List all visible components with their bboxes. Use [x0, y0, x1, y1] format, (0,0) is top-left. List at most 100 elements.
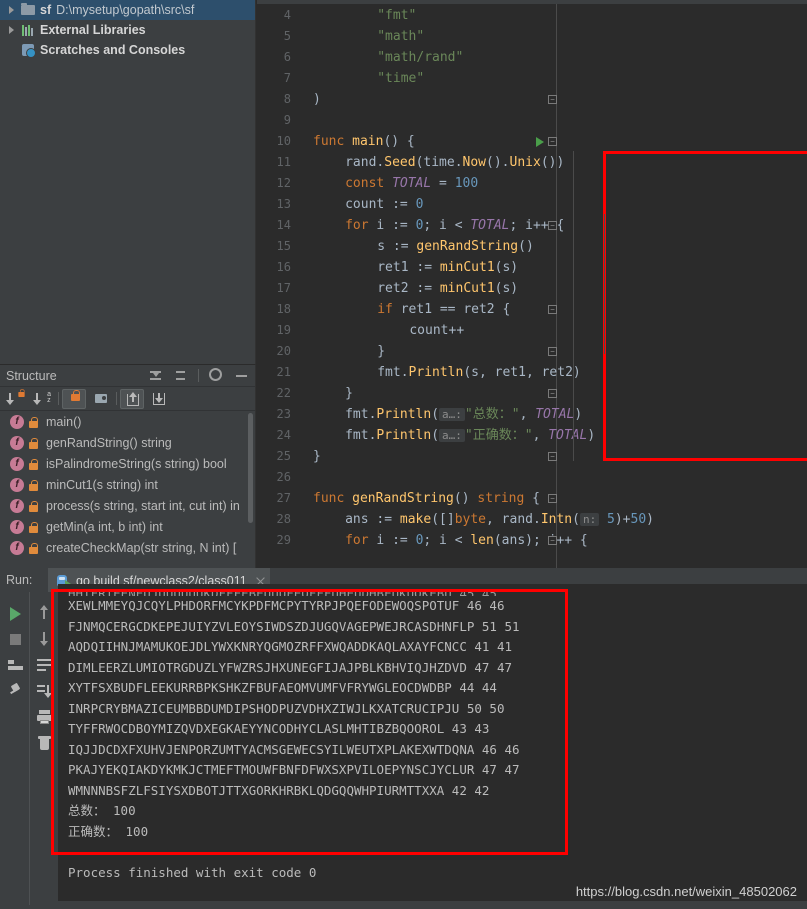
print-icon[interactable]	[31, 704, 57, 730]
code-token: )	[313, 92, 321, 107]
structure-item-3[interactable]: f minCut1(s string) int	[0, 474, 256, 495]
fold-toggle-icon[interactable]: −	[548, 137, 557, 146]
code-line-21[interactable]: 21 fmt.Println(s, ret1, ret2)	[257, 362, 807, 383]
code-token: ret2 :=	[377, 281, 440, 296]
code-line-23[interactable]: 23 fmt.Println(a…: "总数：", TOTAL)	[257, 404, 807, 425]
soft-wrap-icon[interactable]	[31, 652, 57, 678]
code-token: 0	[415, 197, 424, 212]
lock-icon	[29, 416, 38, 428]
structure-item-label: process(s string, start int, cut int) in	[46, 498, 240, 513]
code-line-4[interactable]: 4 "fmt"	[257, 5, 807, 26]
project-tree-item-2[interactable]: Scratches and Consoles	[0, 40, 255, 60]
code-line-14[interactable]: 14 for i := 0; i < TOTAL; i++ {	[257, 215, 807, 236]
code-line-20[interactable]: 20}	[257, 341, 807, 362]
project-tree-item-0[interactable]: sf D:\mysetup\gopath\src\sf	[0, 0, 255, 20]
run-label: Run:	[6, 573, 33, 587]
code-token: Println	[376, 428, 432, 443]
scroll-to-end-icon[interactable]	[31, 678, 57, 704]
editor-top-strip	[257, 0, 807, 4]
fold-toggle-icon[interactable]: −	[548, 389, 557, 398]
code-text: for i := 0; i < TOTAL; i++ {	[345, 215, 564, 236]
pin-icon[interactable]	[2, 678, 28, 704]
gear-icon[interactable]	[209, 368, 224, 383]
fold-toggle-icon[interactable]: −	[548, 95, 557, 104]
code-line-6[interactable]: 6 "math/rand"	[257, 47, 807, 68]
layout-icon[interactable]	[2, 652, 28, 678]
toolbar-divider	[58, 392, 59, 405]
fold-toggle-icon[interactable]: −	[548, 221, 557, 230]
console-output[interactable]: HHIFRIEENEUJUUUUUUKDFFFEBEUUUFEQFFFUHEUD…	[58, 584, 807, 901]
show-fields-icon[interactable]	[147, 389, 171, 409]
code-line-12[interactable]: 12 const TOTAL = 100	[257, 173, 807, 194]
rerun-icon[interactable]	[2, 600, 28, 626]
scroll-down-icon[interactable]	[31, 626, 57, 652]
code-token: (s)	[494, 281, 519, 296]
code-line-5[interactable]: 5 "math"	[257, 26, 807, 47]
project-tree-item-1[interactable]: External Libraries	[0, 20, 255, 40]
code-line-15[interactable]: 15 s := genRandString()	[257, 236, 807, 257]
collapse-all-icon[interactable]	[148, 368, 163, 383]
function-icon: f	[10, 477, 24, 492]
code-token: Println	[376, 407, 432, 422]
structure-scrollbar[interactable]	[248, 413, 253, 523]
code-line-11[interactable]: 11 rand.Seed(time.Now().Unix())	[257, 152, 807, 173]
minimize-icon[interactable]	[234, 368, 249, 383]
folder-icon	[20, 2, 38, 18]
console-line-13	[58, 842, 807, 863]
code-line-10[interactable]: 10 func main() {	[257, 131, 807, 152]
structure-item-6[interactable]: f createCheckMap(str string, N int) [	[0, 537, 256, 558]
code-line-7[interactable]: 7 "time"	[257, 68, 807, 89]
chevron-right-icon[interactable]	[4, 22, 20, 38]
code-line-16[interactable]: 16 ret1 := minCut1(s)	[257, 257, 807, 278]
structure-item-1[interactable]: f genRandString() string	[0, 432, 256, 453]
structure-item-2[interactable]: f isPalindromeString(s string) bool	[0, 453, 256, 474]
scroll-up-icon[interactable]	[31, 600, 57, 626]
code-line-17[interactable]: 17 ret2 := minCut1(s)	[257, 278, 807, 299]
show-anonymous-classes-icon[interactable]	[89, 389, 113, 409]
code-token: main	[352, 134, 384, 149]
stop-icon[interactable]	[2, 626, 28, 652]
structure-item-label: minCut1(s string) int	[46, 477, 158, 492]
fold-toggle-icon[interactable]: −	[548, 452, 557, 461]
structure-member-list[interactable]: f main() f genRandString() string f isPalindr…	[0, 411, 256, 569]
fold-toggle-icon[interactable]: −	[548, 494, 557, 503]
run-gutter-icon[interactable]	[536, 137, 544, 147]
fold-toggle-icon[interactable]: −	[548, 536, 557, 545]
clear-all-icon[interactable]	[31, 730, 57, 756]
code-text: "time"	[377, 68, 424, 89]
code-line-24[interactable]: 24 fmt.Println(a…: "正确数：", TOTAL)	[257, 425, 807, 446]
function-icon: f	[10, 540, 24, 555]
code-editor[interactable]: 4 "fmt" 5 "math" 6 "math/rand" 7 "time" 8) −9 10 fu…	[257, 0, 807, 568]
code-line-27[interactable]: 27 func genRandString() string {	[257, 488, 807, 509]
fold-toggle-icon[interactable]: −	[548, 347, 557, 356]
code-line-28[interactable]: 28 ans := make([]byte, rand.Intn(n: 5)+50…	[257, 509, 807, 530]
line-number: 14	[276, 218, 291, 232]
sort-by-visibility-icon[interactable]	[4, 388, 28, 409]
sort-alphabetically-icon[interactable]: az	[31, 389, 55, 409]
fold-toggle-icon[interactable]: −	[548, 305, 557, 314]
structure-header-icons	[148, 368, 249, 383]
code-text: }	[345, 383, 353, 404]
code-line-29[interactable]: 29 for i := 0; i < len(ans); i++ {	[257, 530, 807, 551]
structure-item-5[interactable]: f getMin(a int, b int) int	[0, 516, 256, 537]
structure-item-0[interactable]: f main()	[0, 411, 256, 432]
code-line-19[interactable]: 19 count++	[257, 320, 807, 341]
show-non-public-icon[interactable]	[62, 388, 86, 409]
code-text: count := 0	[345, 194, 423, 215]
console-line-0: HHIFRIEENEUJUUUUUUKDFFFEBEUUUFEQFFFUHEUD…	[68, 586, 497, 596]
code-line-18[interactable]: 18 if ret1 == ret2 {	[257, 299, 807, 320]
code-line-22[interactable]: 22}	[257, 383, 807, 404]
code-token: TOTAL	[470, 218, 510, 233]
code-token: 50	[630, 512, 647, 527]
code-text: )	[313, 89, 321, 110]
code-line-26[interactable]: 26	[257, 467, 807, 488]
code-line-8[interactable]: 8)	[257, 89, 807, 110]
show-inherited-icon[interactable]	[120, 388, 144, 409]
structure-item-4[interactable]: f process(s string, start int, cut int) i…	[0, 495, 256, 516]
code-line-9[interactable]: 9	[257, 110, 807, 131]
code-line-13[interactable]: 13 count := 0	[257, 194, 807, 215]
code-line-25[interactable]: 25}	[257, 446, 807, 467]
watermark-url: https://blog.csdn.net/weixin_48502062	[575, 884, 797, 899]
chevron-right-icon[interactable]	[4, 2, 20, 18]
expand-all-icon[interactable]	[173, 368, 188, 383]
